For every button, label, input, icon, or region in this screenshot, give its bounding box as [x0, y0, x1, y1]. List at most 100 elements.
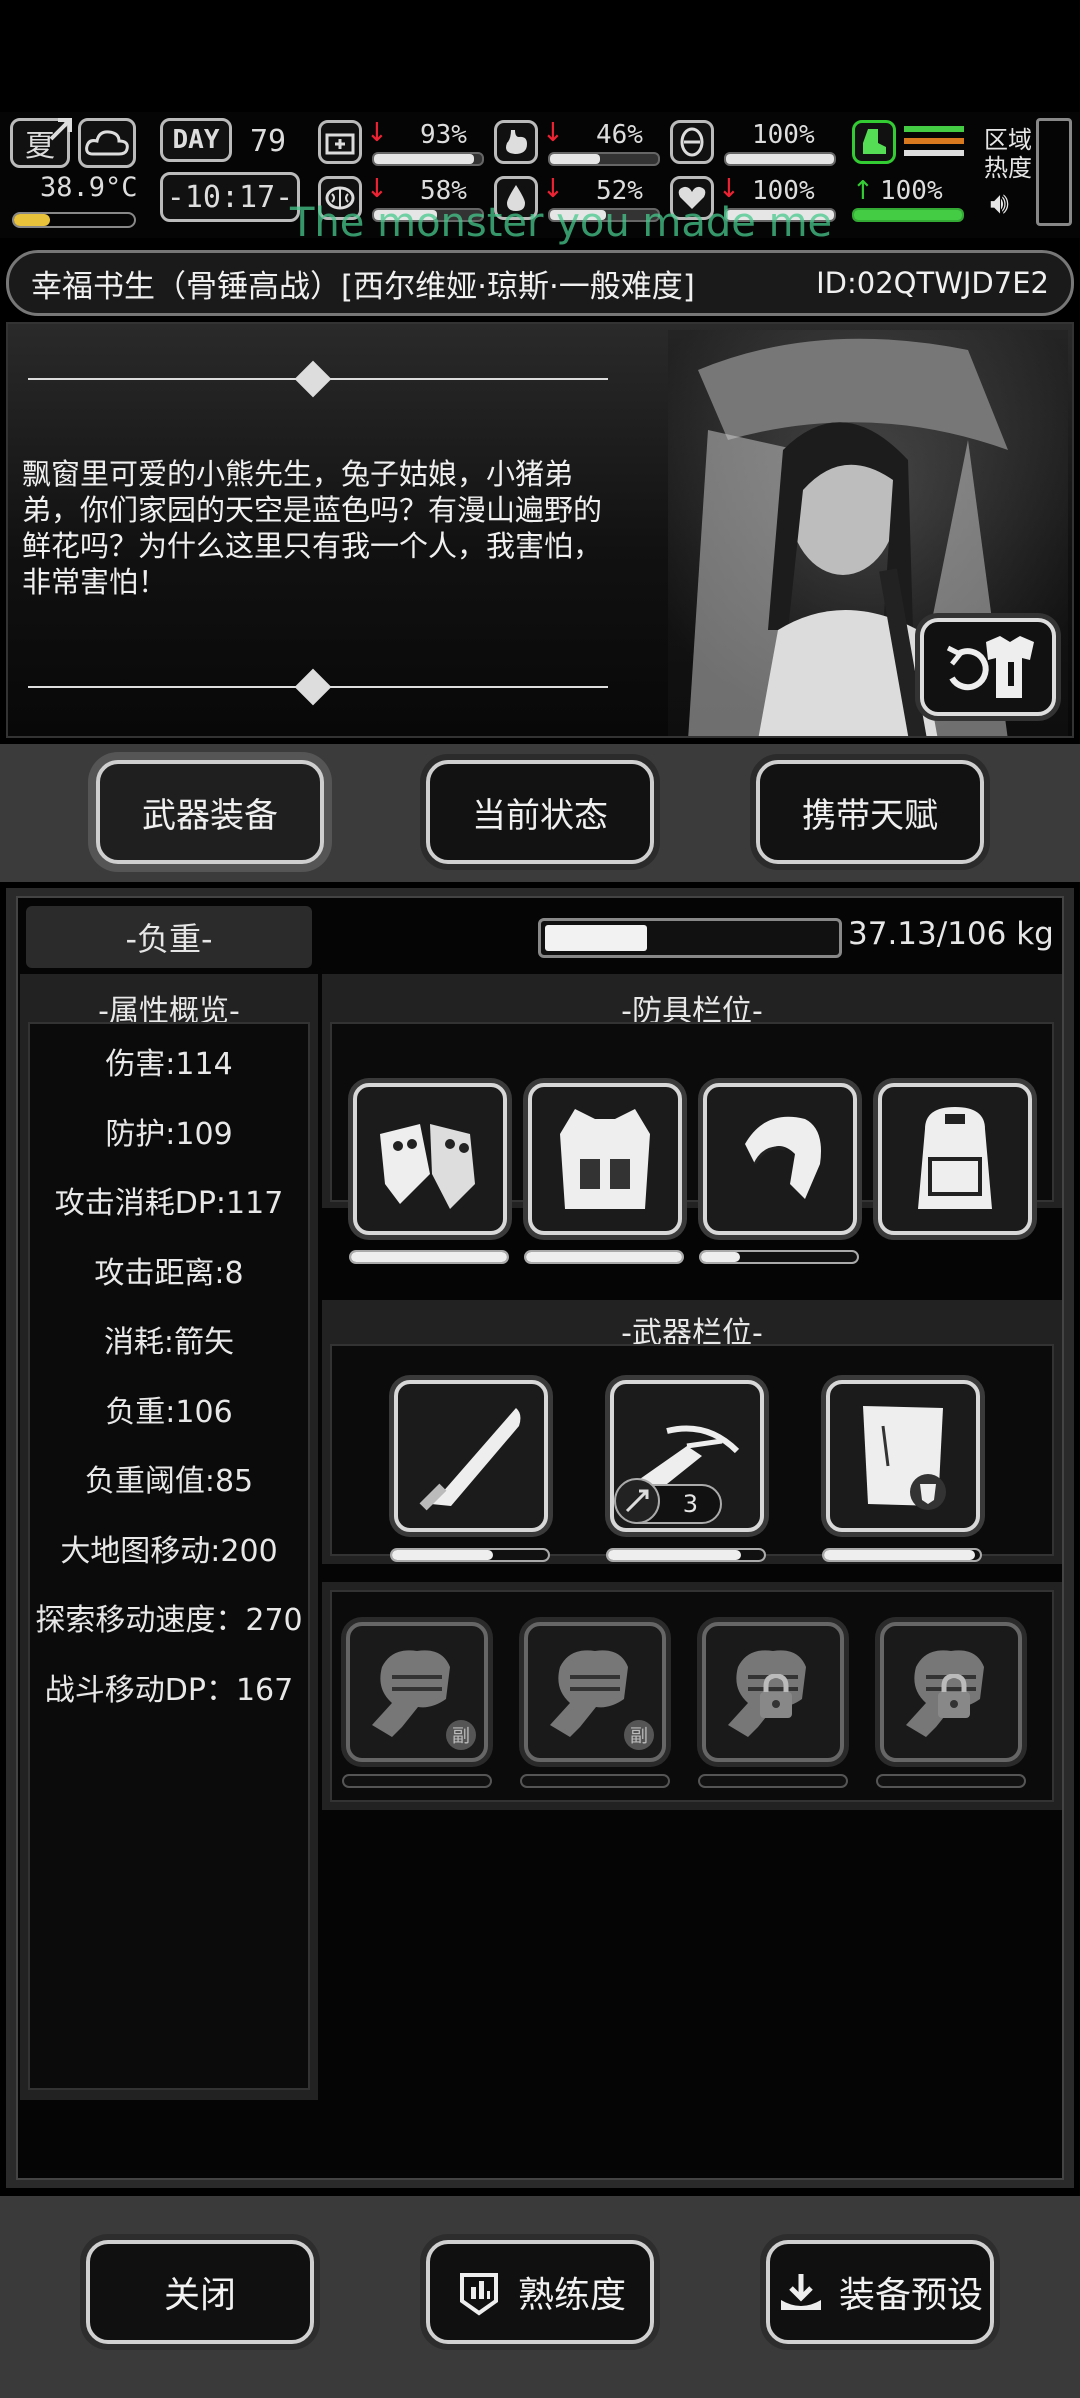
attribute-item: 大地图移动:200	[60, 1533, 278, 1569]
stamina-bar	[724, 152, 836, 166]
attribute-item: 攻击距离:8	[94, 1255, 244, 1291]
ornament-bottom	[28, 668, 608, 706]
sun-arrow-icon	[48, 116, 74, 142]
outfit-swap-icon	[946, 636, 1034, 698]
dialog-text: 飘窗里可爱的小熊先生，兔子姑娘，小猪弟弟，你们家园的天空是蓝色吗？有漫山遍野的鲜…	[22, 457, 603, 599]
load-progress	[538, 918, 842, 958]
armor-slot-vest[interactable]	[528, 1083, 682, 1235]
character-name: 幸福书生（骨锤高战）[西尔维娅·琼斯·一般难度]	[31, 268, 695, 305]
tab-label: 武器装备	[142, 795, 278, 836]
lock-icon	[938, 1674, 970, 1718]
day-label: DAY	[172, 125, 220, 155]
character-title-bar: 幸福书生（骨锤高战）[西尔维娅·琼斯·一般难度] ID:02QTWJD7E2	[6, 250, 1074, 316]
ammo-count: 3	[682, 1490, 698, 1518]
machete-icon	[419, 1408, 521, 1511]
attributes-list: 伤害:114 防护:109 攻击消耗DP:117 攻击距离:8 消耗:箭矢 负重:106 负…	[28, 1022, 310, 2090]
song-overlay: The monster you made me	[290, 200, 833, 246]
sub-slot-badge: 副	[624, 1720, 654, 1750]
down-arrow-icon: ↓	[542, 118, 564, 148]
down-arrow-icon: ↓	[366, 118, 388, 148]
equipment-preset-button[interactable]: 装备预设	[766, 2240, 994, 2344]
health-pct: 93%	[420, 120, 467, 150]
attribute-item: 攻击消耗DP:117	[54, 1186, 284, 1221]
stomach-pct: 46%	[596, 120, 643, 150]
up-arrow-icon: ↑	[852, 176, 874, 206]
weapon-durability	[606, 1548, 766, 1562]
weapon-durability	[390, 1548, 550, 1562]
sub-slot-durability	[520, 1774, 670, 1788]
close-button[interactable]: 关闭	[86, 2240, 314, 2344]
armor-slot-gloves[interactable]	[353, 1083, 507, 1235]
load-value: 37.13/106 kg	[848, 916, 1054, 952]
tab-carried-talents[interactable]: 携带天赋	[756, 760, 984, 864]
attribute-item: 负重阈值:85	[84, 1464, 254, 1499]
stomach-bar	[548, 152, 660, 166]
armor-durability	[524, 1250, 684, 1264]
attribute-item: 战斗移动DP：167	[44, 1672, 294, 1708]
weapon-slot-shield[interactable]	[826, 1380, 980, 1532]
tab-label: 携带天赋	[802, 795, 938, 836]
tab-weapon-equipment[interactable]: 武器装备	[96, 760, 324, 864]
zone-heat-gauge	[1036, 118, 1072, 226]
day-number: 79	[250, 124, 287, 159]
arrow-icon	[614, 1478, 660, 1524]
preset-label: 装备预设	[838, 2275, 983, 2316]
gloves-icon	[380, 1124, 475, 1209]
boot-icon	[852, 120, 896, 164]
close-label: 关闭	[163, 2275, 236, 2316]
save-id: ID:02QTWJD7E2	[816, 266, 1049, 300]
proficiency-button[interactable]: 熟练度	[426, 2240, 654, 2344]
locked-sub-slot[interactable]	[880, 1622, 1022, 1762]
move-bar	[852, 208, 964, 222]
sub-weapon-slot[interactable]: 副	[524, 1622, 666, 1762]
weapon-durability	[822, 1548, 982, 1562]
bottom-action-bar: 关闭 熟练度 装备预设	[0, 2196, 1080, 2398]
npc-dialog-panel: 飘窗里可爱的小熊先生，兔子姑娘，小猪弟弟，你们家园的天空是蓝色吗？有漫山遍野的鲜…	[6, 322, 1074, 738]
proficiency-label: 熟练度	[517, 2275, 626, 2316]
sub-slot-durability	[698, 1774, 848, 1788]
temperature-readout: 38.9°C	[40, 172, 138, 203]
clock-box: -10:17-	[160, 172, 300, 222]
armor-slot-backpack[interactable]	[878, 1083, 1032, 1235]
weather-cloud-icon[interactable]	[78, 118, 136, 168]
attribute-item: 探索移动速度：270	[35, 1603, 303, 1638]
stomach-icon	[494, 120, 538, 164]
time-readout: -10:17-	[166, 179, 294, 215]
backpack-icon	[918, 1107, 992, 1209]
health-bar	[372, 152, 484, 166]
sub-weapon-slot[interactable]: 副	[346, 1622, 488, 1762]
move-stripes	[904, 126, 964, 160]
attribute-item: 防护:109	[105, 1116, 233, 1152]
armor-durability	[699, 1250, 859, 1264]
health-icon	[318, 120, 362, 164]
change-outfit-button[interactable]	[920, 618, 1056, 716]
vest-icon	[560, 1109, 650, 1209]
move-pct: 100%	[880, 176, 943, 206]
sub-slot-durability	[876, 1774, 1026, 1788]
locked-sub-slot[interactable]	[702, 1622, 844, 1762]
helmet-icon	[745, 1116, 821, 1199]
tab-label: 当前状态	[472, 795, 608, 836]
shield-board-icon	[863, 1406, 946, 1510]
ornament-top	[28, 360, 608, 398]
day-badge: DAY	[160, 118, 232, 162]
attribute-item: 伤害:114	[105, 1047, 233, 1082]
tab-current-status[interactable]: 当前状态	[426, 760, 654, 864]
stamina-pct: 100%	[752, 120, 815, 150]
equipment-panel: -负重- 37.13/106 kg -属性概览- 伤害:114 防护:109 攻击消…	[6, 888, 1074, 2188]
lock-icon	[760, 1674, 792, 1718]
armor-durability	[349, 1250, 509, 1264]
armor-slot-helmet[interactable]	[703, 1083, 857, 1235]
attribute-item: 消耗:箭矢	[103, 1325, 235, 1360]
load-label-box: -负重-	[26, 906, 312, 968]
tab-bar: 武器装备 当前状态 携带天赋	[0, 744, 1080, 882]
stamina-icon	[670, 120, 714, 164]
zone-heat-label: 区域 热度	[984, 126, 1032, 182]
weapon-slot-machete[interactable]	[394, 1380, 548, 1532]
temperature-gauge	[12, 212, 136, 228]
attributes-section: -属性概览- 伤害:114 防护:109 攻击消耗DP:117 攻击距离:8 消耗:箭矢…	[20, 974, 318, 2100]
preset-download-icon	[780, 2274, 821, 2310]
sub-slot-durability	[342, 1774, 492, 1788]
speaker-icon[interactable]: 🔊︎	[990, 186, 1009, 221]
sub-slot-badge: 副	[446, 1720, 476, 1750]
